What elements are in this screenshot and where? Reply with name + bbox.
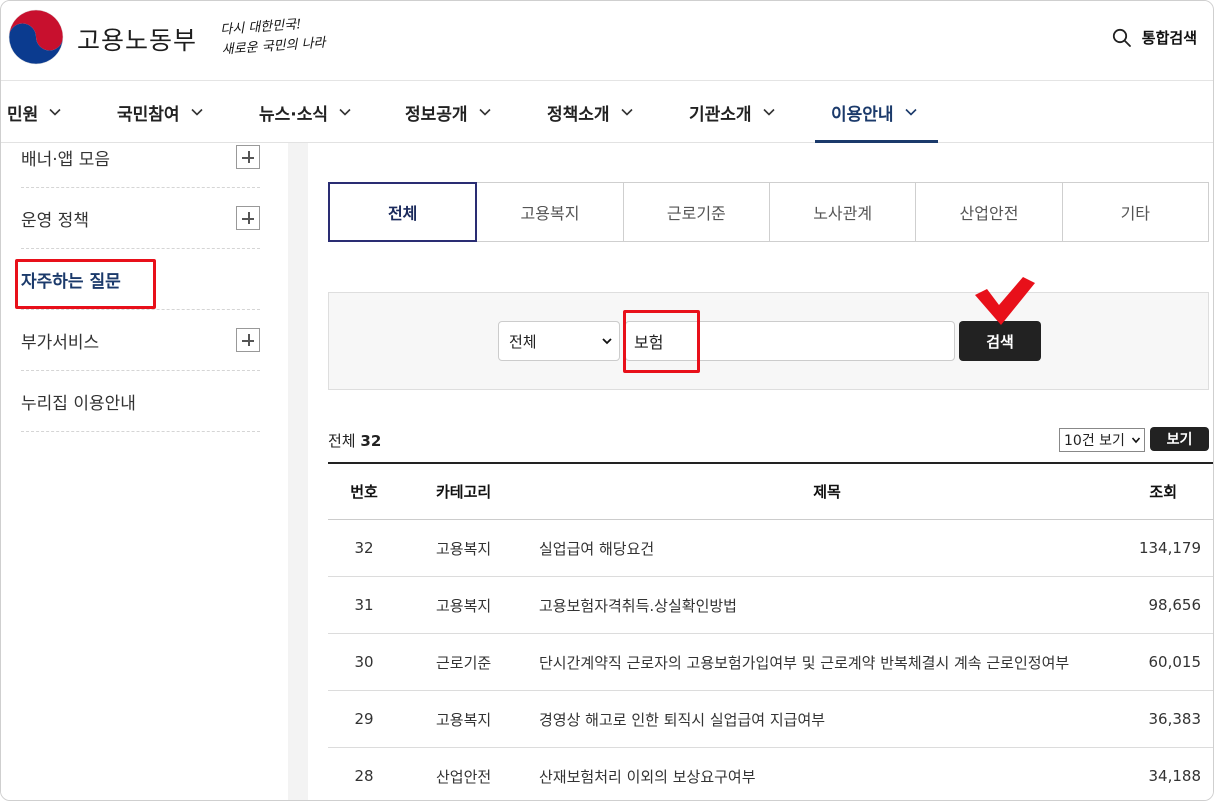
chevron-down-icon <box>602 338 612 345</box>
row-title-link[interactable]: 경영상 해고로 인한 퇴직시 실업급여 지급여부 <box>534 709 1120 730</box>
tab-all[interactable]: 전체 <box>328 182 478 242</box>
sidebar-item-label: 자주하는 질문 <box>21 271 121 292</box>
content-panel: 전체 고용복지 근로기준 노사관계 산업안전 기타 전체 보험 검색 전체 32… <box>308 143 1213 800</box>
table-row[interactable]: 31 고용복지 고용보험자격취득.상실확인방법 98,656 <box>328 577 1213 634</box>
tab-labor-relations[interactable]: 노사관계 <box>770 183 917 241</box>
row-number: 29 <box>354 710 374 728</box>
search-icon <box>1112 28 1131 47</box>
gnb-item-organization[interactable]: 기관소개 <box>689 81 776 143</box>
chevron-down-icon <box>762 108 775 116</box>
row-category: 근로기준 <box>436 653 492 672</box>
tab-industrial-safety[interactable]: 산업안전 <box>916 183 1063 241</box>
row-title-link[interactable]: 단시간계약직 근로자의 고용보험가입여부 및 근로계약 반복체결시 계속 근로인… <box>534 652 1120 673</box>
gnb-label: 이용안내 <box>831 104 894 125</box>
row-views: 36,383 <box>1148 710 1202 728</box>
main-content: 전체 고용복지 근로기준 노사관계 산업안전 기타 전체 보험 검색 전체 32… <box>288 143 1213 800</box>
row-views: 134,179 <box>1138 539 1201 557</box>
row-number: 31 <box>354 596 374 614</box>
row-views: 60,015 <box>1148 653 1202 671</box>
site-header: 고용노동부 다시 대한민국! 새로운 국민의 나라 통합검색 <box>1 1 1213 81</box>
sidebar-item-label: 누리집 이용안내 <box>21 393 136 414</box>
header-number: 번호 <box>350 483 378 501</box>
table-row[interactable]: 30 근로기준 단시간계약직 근로자의 고용보험가입여부 및 근로계약 반복체결… <box>328 634 1213 691</box>
row-title-link[interactable]: 산재보험처리 이외의 보상요구여부 <box>534 766 1120 787</box>
header-views: 조회 <box>1149 483 1177 501</box>
tab-employment-welfare[interactable]: 고용복지 <box>477 183 624 241</box>
row-number: 32 <box>354 539 374 557</box>
chevron-down-icon <box>49 108 61 116</box>
gnb-label: 정보공개 <box>405 104 468 125</box>
chevron-down-icon <box>620 108 633 116</box>
gnb-item-information-disclosure[interactable]: 정보공개 <box>405 81 492 143</box>
row-title-link[interactable]: 고용보험자격취득.상실확인방법 <box>534 595 1120 616</box>
per-page-select[interactable]: 10건 보기 <box>1059 428 1145 452</box>
sidebar-item-site-guide[interactable]: 누리집 이용안내 <box>21 371 260 432</box>
sidebar: 배너·앱 모음 운영 정책 자주하는 질문 부가서비스 누리집 이용안내 <box>1 143 288 800</box>
table-header: 번호 카테고리 제목 조회 <box>328 462 1213 520</box>
sidebar-item-label: 부가서비스 <box>21 332 100 353</box>
row-category: 고용복지 <box>436 596 492 615</box>
search-panel: 전체 보험 검색 <box>328 277 1209 390</box>
gnb-label: 민원 <box>7 104 39 125</box>
gnb-label: 기관소개 <box>689 104 752 125</box>
gnb-item-usage-guide[interactable]: 이용안내 <box>815 81 938 143</box>
row-views: 34,188 <box>1148 767 1202 785</box>
search-input[interactable]: 보험 <box>625 321 955 361</box>
chevron-down-icon <box>904 108 917 116</box>
tab-etc[interactable]: 기타 <box>1063 183 1209 241</box>
sidebar-item-faq[interactable]: 자주하는 질문 <box>21 249 260 310</box>
chevron-down-icon <box>339 108 351 116</box>
header-category: 카테고리 <box>436 483 492 501</box>
search-category-select[interactable]: 전체 <box>498 321 620 361</box>
sidebar-item-label: 운영 정책 <box>21 210 89 231</box>
header-title: 제목 <box>813 483 841 501</box>
gnb-label: 뉴스·소식 <box>259 104 329 125</box>
sidebar-item-operation-policy[interactable]: 운영 정책 <box>21 188 260 249</box>
search-button[interactable]: 검색 <box>959 321 1041 361</box>
table-row[interactable]: 28 산업안전 산재보험처리 이외의 보상요구여부 34,188 <box>328 748 1213 800</box>
integrated-search-button[interactable]: 통합검색 <box>1112 27 1197 48</box>
plus-icon[interactable] <box>236 145 260 169</box>
plus-icon[interactable] <box>236 328 260 352</box>
row-title-link[interactable]: 실업급여 해당요건 <box>534 538 1120 559</box>
integrated-search-label: 통합검색 <box>1141 29 1197 47</box>
sidebar-item-label: 배너·앱 모음 <box>21 149 111 170</box>
plus-icon[interactable] <box>236 206 260 230</box>
table-row[interactable]: 32 고용복지 실업급여 해당요건 134,179 <box>328 520 1213 577</box>
tab-labor-standards[interactable]: 근로기준 <box>624 183 770 241</box>
sidebar-item-additional-services[interactable]: 부가서비스 <box>21 310 260 371</box>
total-label: 전체 <box>328 432 356 450</box>
sidebar-item-banner-apps[interactable]: 배너·앱 모음 <box>21 127 260 188</box>
chevron-down-icon <box>190 108 203 116</box>
category-tabs: 전체 고용복지 근로기준 노사관계 산업안전 기타 <box>328 182 1209 242</box>
gnb-label: 국민참여 <box>117 104 180 125</box>
view-button[interactable]: 보기 <box>1150 427 1209 451</box>
faq-table: 번호 카테고리 제목 조회 32 고용복지 실업급여 해당요건 134,179 … <box>328 462 1213 800</box>
row-category: 고용복지 <box>436 710 492 729</box>
select-value: 전체 <box>509 332 537 351</box>
browser-frame: 고용노동부 다시 대한민국! 새로운 국민의 나라 통합검색 민원 국민참여 뉴… <box>0 0 1214 801</box>
chevron-down-icon <box>478 108 491 116</box>
government-emblem-icon[interactable] <box>8 9 64 65</box>
gnb-item-news[interactable]: 뉴스·소식 <box>259 81 352 143</box>
slogan: 다시 대한민국! 새로운 국민의 나라 <box>220 13 333 61</box>
row-number: 28 <box>354 767 374 785</box>
table-row[interactable]: 29 고용복지 경영상 해고로 인한 퇴직시 실업급여 지급여부 36,383 <box>328 691 1213 748</box>
gnb-label: 정책소개 <box>547 104 610 125</box>
chevron-down-icon <box>1131 437 1141 444</box>
row-views: 98,656 <box>1148 596 1202 614</box>
row-category: 고용복지 <box>436 539 492 558</box>
per-page-value: 10건 보기 <box>1064 433 1125 449</box>
total-number: 32 <box>360 432 382 450</box>
row-number: 30 <box>354 653 374 671</box>
gnb-item-policy[interactable]: 정책소개 <box>547 81 634 143</box>
total-count: 전체 32 <box>328 430 381 451</box>
ministry-name[interactable]: 고용노동부 <box>77 21 197 57</box>
row-category: 산업안전 <box>436 767 492 786</box>
